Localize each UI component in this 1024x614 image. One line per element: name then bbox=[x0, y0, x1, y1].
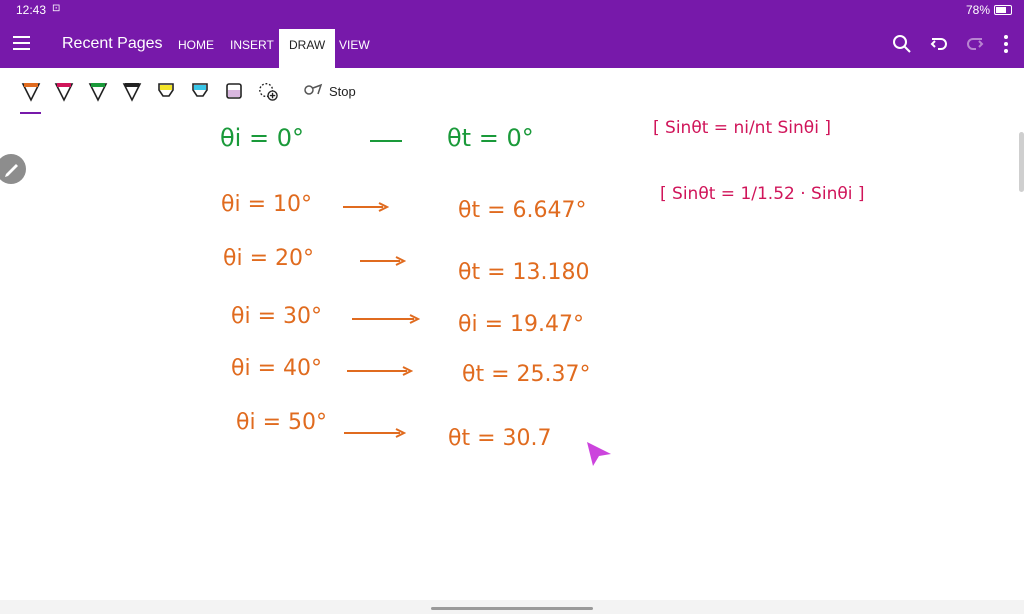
stop-button[interactable]: Stop bbox=[329, 84, 356, 99]
ink-row-right: θt = 13.180 bbox=[458, 260, 590, 285]
note-canvas[interactable]: θi = 0° θt = 0° [ Sinθt = ni/nt Sinθi ] … bbox=[0, 114, 1024, 600]
ink-green-theta-i: θi = 0° bbox=[220, 124, 304, 152]
pen-magenta-icon[interactable] bbox=[54, 80, 74, 102]
app-bar: Recent Pages HOME INSERT DRAW VIEW bbox=[0, 19, 1024, 68]
ink-formula-value: [ Sinθt = 1/1.52 · Sinθi ] bbox=[660, 184, 865, 204]
battery-level: 78% bbox=[965, 3, 990, 17]
add-pen-icon[interactable] bbox=[258, 80, 278, 102]
battery-icon bbox=[994, 5, 1012, 15]
ink-arrow bbox=[344, 428, 406, 438]
ink-row-left: θi = 50° bbox=[236, 410, 327, 435]
status-bar: 12:43 ⊡ 78% bbox=[0, 0, 1024, 19]
more-options-icon[interactable] bbox=[999, 33, 1013, 55]
ink-row-right: θi = 19.47° bbox=[458, 312, 584, 337]
lasso-icon[interactable] bbox=[302, 82, 324, 102]
ink-row-left: θi = 20° bbox=[223, 246, 314, 271]
pen-cursor-icon bbox=[587, 442, 611, 466]
redo-icon[interactable] bbox=[964, 33, 986, 55]
tab-view[interactable]: VIEW bbox=[339, 38, 370, 52]
pen-orange-icon[interactable] bbox=[21, 80, 41, 102]
tab-insert[interactable]: INSERT bbox=[230, 38, 274, 52]
highlighter-yellow-icon[interactable] bbox=[156, 80, 176, 102]
search-icon[interactable] bbox=[891, 33, 913, 55]
screenshot-icon: ⊡ bbox=[52, 3, 61, 14]
highlighter-cyan-icon[interactable] bbox=[190, 80, 210, 102]
ink-arrow bbox=[343, 202, 389, 212]
menu-icon[interactable] bbox=[13, 36, 30, 50]
home-indicator[interactable] bbox=[431, 607, 593, 610]
pen-green-icon[interactable] bbox=[88, 80, 108, 102]
ink-row-right: θt = 6.647° bbox=[458, 198, 587, 223]
draw-toolbar: Stop bbox=[0, 68, 1024, 114]
ink-arrow bbox=[347, 366, 413, 376]
ink-arrow bbox=[370, 140, 402, 142]
status-time: 12:43 bbox=[16, 3, 47, 17]
tab-home[interactable]: HOME bbox=[178, 38, 214, 52]
ink-row-left: θi = 10° bbox=[221, 192, 312, 217]
ink-formula-snell: [ Sinθt = ni/nt Sinθi ] bbox=[653, 118, 831, 138]
undo-icon[interactable] bbox=[928, 33, 950, 55]
ink-row-left: θi = 40° bbox=[231, 356, 322, 381]
pen-black-icon[interactable] bbox=[122, 80, 142, 102]
ink-green-theta-t: θt = 0° bbox=[447, 124, 534, 152]
ink-row-right: θt = 25.37° bbox=[462, 362, 591, 387]
ink-arrow bbox=[352, 314, 420, 324]
page-title[interactable]: Recent Pages bbox=[62, 35, 163, 53]
highlighter-lavender-icon[interactable] bbox=[224, 80, 244, 102]
ink-arrow bbox=[360, 256, 406, 266]
ink-row-right: θt = 30.7 bbox=[448, 426, 552, 451]
ink-row-left: θi = 30° bbox=[231, 304, 322, 329]
tab-draw[interactable]: DRAW bbox=[279, 29, 336, 68]
